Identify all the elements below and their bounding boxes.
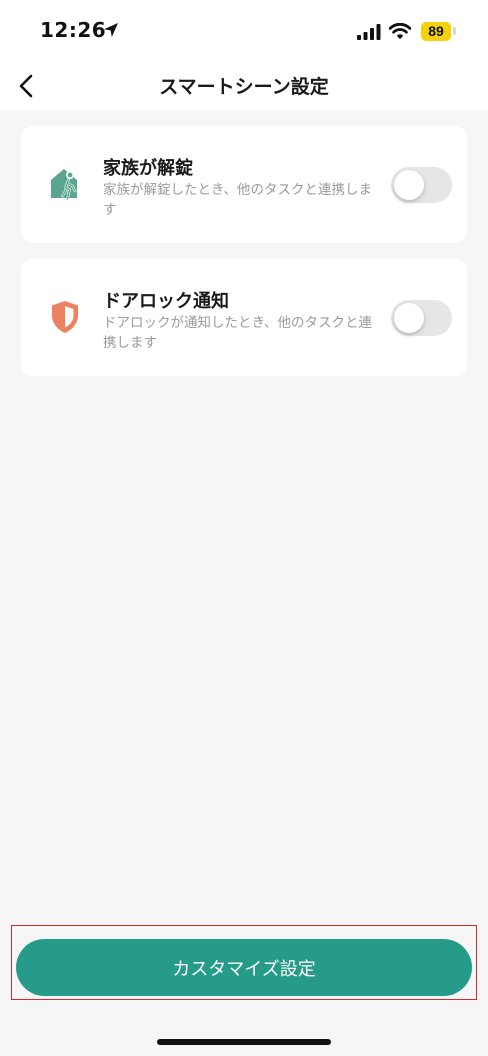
- cellular-signal-icon: [357, 24, 381, 40]
- battery-indicator: 89: [421, 22, 451, 41]
- door-lock-notification-toggle[interactable]: [391, 300, 452, 336]
- scene-description: 家族が解錠したとき、他のタスクと連携します: [103, 182, 373, 218]
- page-title: スマートシーン設定: [159, 76, 329, 98]
- house-person-icon: [51, 169, 77, 201]
- scene-card-door-lock-notification: ドアロック通知 ドアロックが通知したとき、他のタスクと連携します: [21, 259, 467, 376]
- scene-description: ドアロックが通知したとき、他のタスクと連携します: [103, 315, 373, 351]
- shield-icon: [52, 301, 78, 333]
- home-indicator: [157, 1039, 331, 1045]
- scene-title: ドアロック通知: [103, 291, 229, 312]
- customize-settings-button[interactable]: カスタマイズ設定: [16, 939, 472, 996]
- scene-title: 家族が解錠: [103, 158, 193, 179]
- battery-cap: [453, 27, 456, 35]
- navigation-header: スマートシーン設定: [0, 64, 488, 110]
- status-time: 12:26: [40, 18, 107, 42]
- toggle-knob: [394, 170, 424, 200]
- toggle-knob: [394, 303, 424, 333]
- status-bar: 12:26 89: [0, 0, 488, 64]
- scene-card-family-unlock: 家族が解錠 家族が解錠したとき、他のタスクと連携します: [21, 126, 467, 243]
- location-arrow-icon: [104, 23, 118, 37]
- family-unlock-toggle[interactable]: [391, 167, 452, 203]
- wifi-icon: [389, 22, 411, 40]
